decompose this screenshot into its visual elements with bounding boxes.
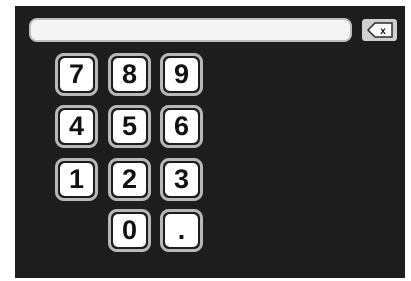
key-decimal-point[interactable]: . <box>160 209 203 252</box>
key-7-label: 7 <box>60 58 93 91</box>
key-8-label: 8 <box>113 58 146 91</box>
key-decimal-point-label: . <box>165 214 198 247</box>
key-3-label: 3 <box>165 163 198 196</box>
key-1-label: 1 <box>60 163 93 196</box>
key-1[interactable]: 1 <box>55 158 98 201</box>
key-5[interactable]: 5 <box>108 105 151 148</box>
key-6-label: 6 <box>165 110 198 143</box>
key-2-label: 2 <box>113 163 146 196</box>
key-7[interactable]: 7 <box>55 53 98 96</box>
key-8[interactable]: 8 <box>108 53 151 96</box>
key-3[interactable]: 3 <box>160 158 203 201</box>
key-4[interactable]: 4 <box>55 105 98 148</box>
backspace-icon: x <box>366 22 393 38</box>
numeric-entry-field[interactable] <box>29 18 352 42</box>
backspace-button[interactable]: x <box>362 19 397 41</box>
backspace-label: x <box>380 26 386 37</box>
key-9[interactable]: 9 <box>160 53 203 96</box>
key-4-label: 4 <box>60 110 93 143</box>
key-0-label: 0 <box>113 214 146 247</box>
numeric-keypad-panel: x 7 8 9 4 5 6 1 2 3 0 . <box>15 6 405 278</box>
key-2[interactable]: 2 <box>108 158 151 201</box>
key-5-label: 5 <box>113 110 146 143</box>
key-6[interactable]: 6 <box>160 105 203 148</box>
key-9-label: 9 <box>165 58 198 91</box>
key-0[interactable]: 0 <box>108 209 151 252</box>
